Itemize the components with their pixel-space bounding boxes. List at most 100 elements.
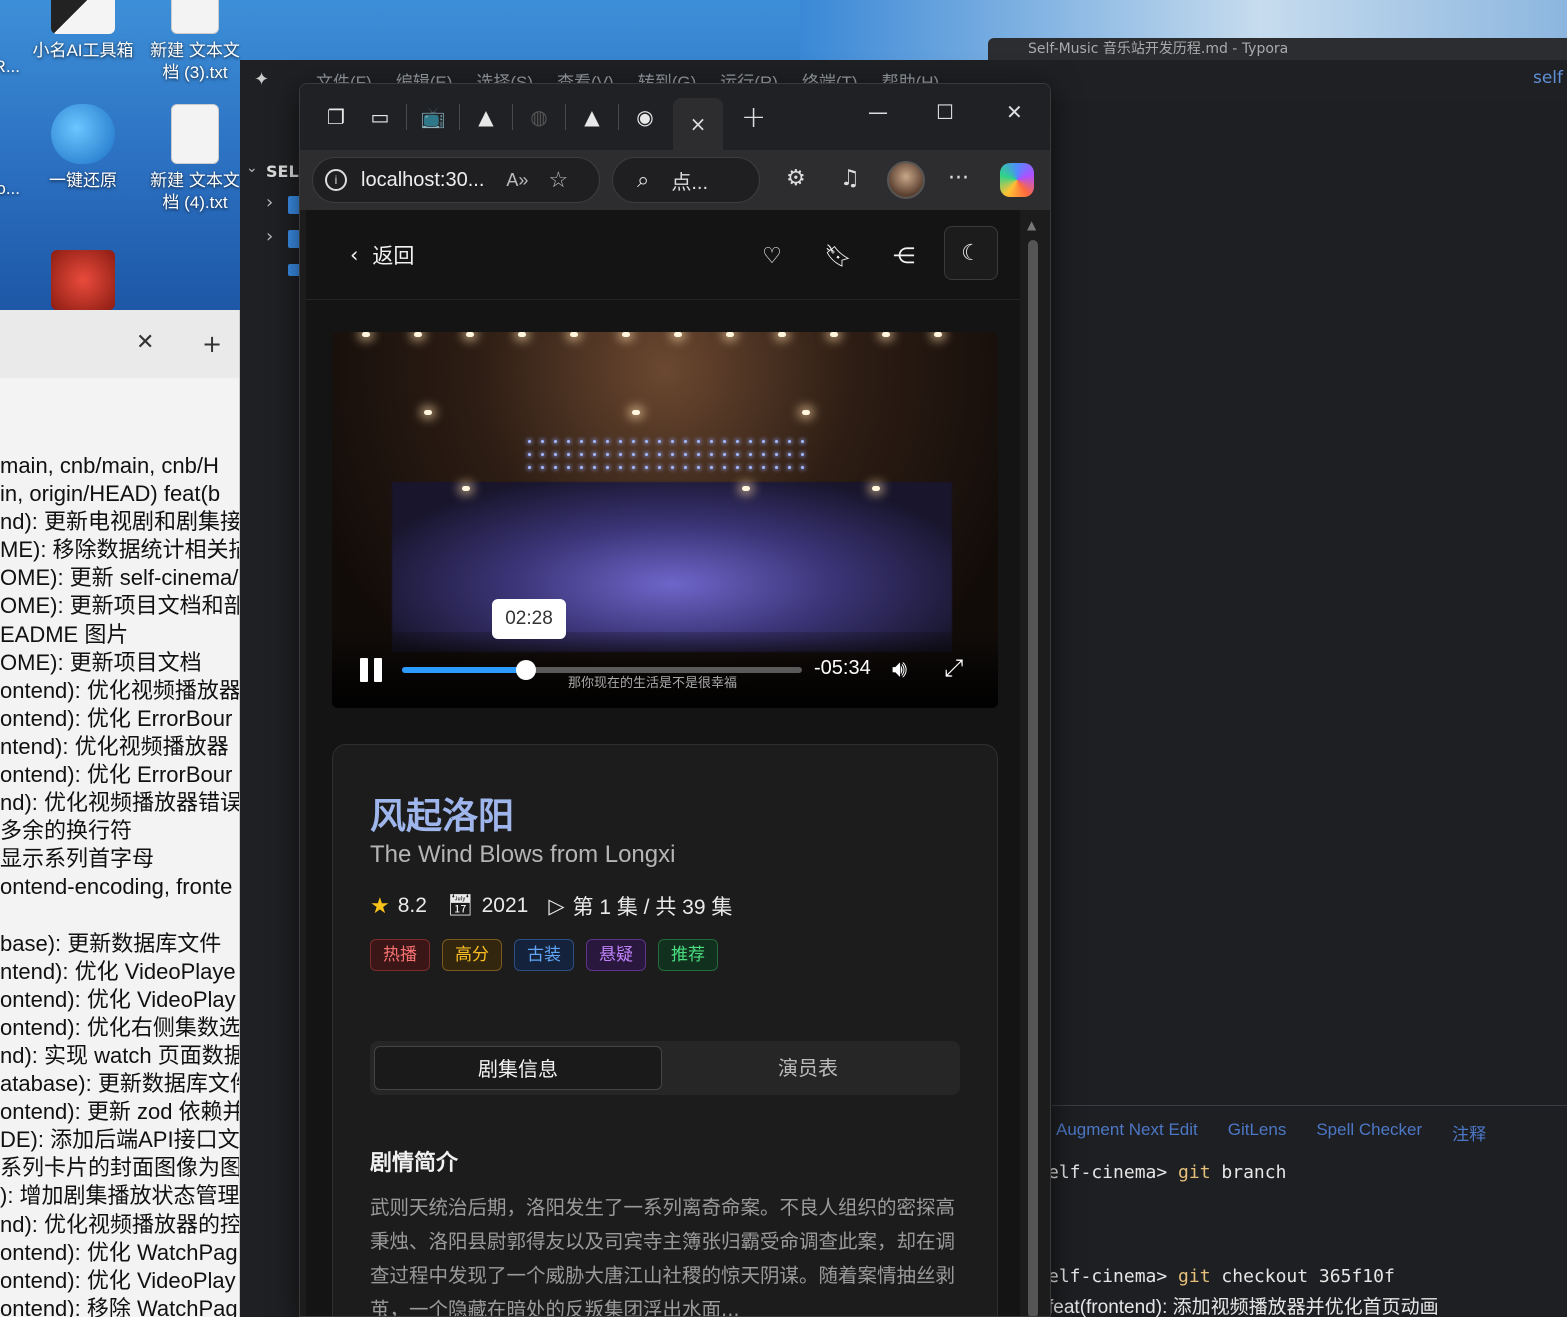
minimize-icon[interactable]: — [868, 100, 888, 124]
theme-toggle-button[interactable]: ☾ [944, 226, 998, 280]
git-log-line: main, cnb/main, cnb/H [0, 453, 219, 478]
pause-button[interactable] [360, 658, 382, 682]
profile-avatar[interactable] [887, 161, 925, 199]
more-icon[interactable]: ··· [948, 166, 969, 191]
desktop-icon-app[interactable] [28, 250, 138, 310]
stage-led [788, 440, 791, 443]
favorite-heart-icon[interactable]: ♡ [752, 238, 792, 274]
stage-led [593, 440, 596, 443]
back-label: 返回 [372, 244, 415, 268]
stage-light [802, 410, 810, 415]
stage-led [736, 440, 739, 443]
chevron-right-icon[interactable]: › [266, 192, 273, 213]
url-field[interactable]: i localhost:30... A» ☆ [312, 157, 600, 203]
vercel-tab-icon[interactable]: ▲ [464, 95, 508, 139]
genre-tag[interactable]: 古装 [514, 939, 574, 971]
git-log-line: ontend-encoding, fronte [0, 874, 233, 900]
stage-led [580, 466, 583, 469]
desktop-icon-textfile-3[interactable]: 新建 文本文 档 (3).txt [140, 0, 250, 84]
page-scrollbar[interactable]: ▲ [1022, 210, 1044, 1316]
git-log-line: ontend): 优化 ErrorBour [0, 705, 233, 731]
tab-cast[interactable]: 演员表 [664, 1046, 952, 1090]
active-tab[interactable]: × [673, 98, 723, 150]
tab-actions-icon[interactable]: ▭ [358, 95, 402, 139]
year-value: 2021 [481, 894, 529, 917]
add-tab-icon[interactable]: + [202, 330, 222, 358]
stage-led [710, 440, 713, 443]
favorite-star-icon[interactable]: ☆ [548, 167, 568, 193]
extensions-icon[interactable]: ⚙ [786, 166, 806, 191]
media-icon[interactable]: ♫ [840, 166, 860, 191]
stage-led [736, 453, 739, 456]
copilot-icon[interactable] [1000, 163, 1034, 197]
close-tab-icon[interactable]: × [690, 112, 707, 136]
tab-comments[interactable]: 注释 [1452, 1120, 1486, 1145]
stage-led [749, 440, 752, 443]
stage-led [788, 466, 791, 469]
share-icon[interactable]: ⋲ [884, 238, 924, 274]
stage-led [619, 466, 622, 469]
stage-led [606, 453, 609, 456]
stage-led [749, 453, 752, 456]
stage-led [801, 453, 804, 456]
search-icon: ⌕ [637, 167, 650, 192]
ide-right-label: self [1532, 68, 1563, 88]
vercel-tab-icon[interactable]: ▲ [570, 95, 614, 139]
scroll-up-icon[interactable]: ▲ [1027, 218, 1036, 232]
stage-led [528, 453, 531, 456]
ide-logo-icon: ✦ [254, 69, 270, 90]
tab-gitlens[interactable]: GitLens [1228, 1120, 1287, 1145]
desktop-icon-restore[interactable]: 一键还原 [28, 104, 138, 192]
back-button[interactable]: ‹ 返回 [350, 240, 414, 270]
search-field[interactable]: ⌕ 点... [612, 157, 760, 203]
page-header: ‹ 返回 ♡ 🔖︎ ⋲ ☾ [306, 210, 1020, 300]
read-aloud-icon[interactable]: A» [506, 170, 528, 191]
chevron-right-icon[interactable]: › [266, 226, 273, 247]
url-text[interactable]: localhost:30... [361, 169, 484, 192]
genre-tag[interactable]: 推荐 [658, 939, 718, 971]
restore-icon [51, 104, 115, 164]
desktop-icon-ai-toolbox[interactable]: 小名AI工具箱 [28, 0, 138, 62]
genre-tag[interactable]: 热播 [370, 939, 430, 971]
genre-tag[interactable]: 悬疑 [586, 939, 646, 971]
bookmark-icon[interactable]: 🔖︎ [818, 238, 858, 274]
chevron-left-icon: ‹ [350, 243, 359, 267]
maximize-icon[interactable]: ☐ [936, 100, 954, 124]
github-tab-icon[interactable]: ◍ [517, 95, 561, 139]
info-icon[interactable]: i [325, 169, 347, 191]
bilibili-tab-icon[interactable]: 📺 [411, 95, 455, 139]
git-log-line: in, origin/HEAD) feat(b [0, 481, 221, 507]
stage-led [554, 440, 557, 443]
volume-icon[interactable]: 🔊︎ [892, 655, 907, 683]
scroll-thumb[interactable] [1028, 240, 1038, 1316]
video-player[interactable]: 02:28 那你现在的生活是不是很幸福 -05:34 🔊︎ ⤢ [332, 332, 998, 708]
desktop-icon-textfile-4[interactable]: 新建 文本文 档 (4).txt [140, 104, 250, 214]
fullscreen-icon[interactable]: ⤢ [944, 654, 963, 682]
terminal-command: git [1178, 1162, 1211, 1183]
tab-augment[interactable]: Augment Next Edit [1056, 1120, 1198, 1145]
search-text[interactable]: 点... [671, 166, 708, 195]
typora-window-tab[interactable]: Self-Music 音乐站开发历程.md - Typora [988, 38, 1567, 60]
moon-icon: ☾ [961, 240, 981, 266]
stage-led [632, 440, 635, 443]
tab-spell-checker[interactable]: Spell Checker [1316, 1120, 1422, 1145]
stage-led [541, 453, 544, 456]
chevron-down-icon[interactable]: ⌄ [246, 160, 258, 176]
desktop-edge-label: o... [0, 179, 20, 198]
new-tab-icon[interactable]: + [741, 100, 766, 135]
stage-led [658, 440, 661, 443]
stage-led [619, 440, 622, 443]
progress-thumb[interactable] [516, 660, 536, 680]
stage-light [466, 332, 474, 337]
synopsis-text: 武则天统治后期，洛阳发生了一系列离奇命案。不良人组织的密探高秉烛、洛阳县尉郭得友… [370, 1196, 956, 1317]
github-tab-icon[interactable]: ◉ [623, 95, 667, 139]
genre-tag[interactable]: 高分 [442, 939, 502, 971]
tab-episode-info[interactable]: 剧集信息 [374, 1046, 662, 1090]
close-icon[interactable]: ✕ [136, 330, 154, 355]
git-log-line: 系列卡片的封面图像为图 [0, 1155, 240, 1181]
close-window-icon[interactable]: ✕ [1006, 100, 1023, 124]
workspaces-icon[interactable]: ❐ [314, 95, 358, 139]
stage-led [710, 453, 713, 456]
terminal-line: elf-cinema> git checkout 365f10f [1048, 1266, 1395, 1287]
stage-led [541, 440, 544, 443]
